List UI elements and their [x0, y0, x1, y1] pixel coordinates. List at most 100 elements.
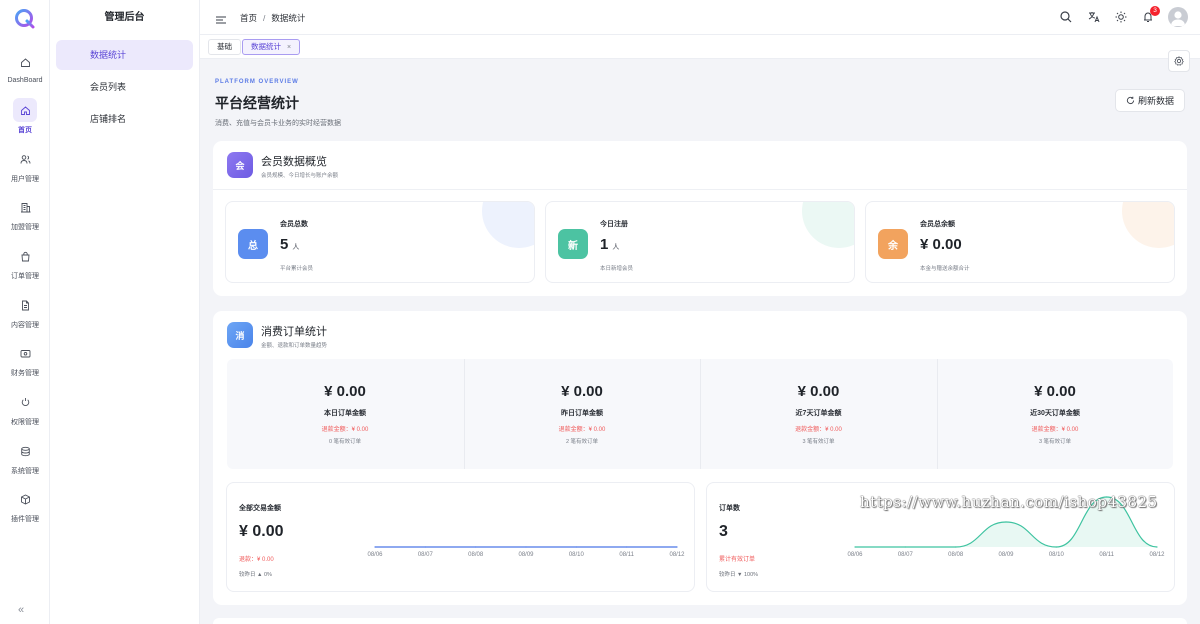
menu-item-shop-ranking[interactable]: 店铺排名	[56, 104, 193, 134]
home-icon	[13, 98, 37, 122]
period-refund: 退款金额：¥ 0.00	[795, 427, 842, 433]
total-amount-value: ¥ 0.00	[239, 523, 284, 540]
period-amount: ¥ 0.00	[1034, 383, 1076, 400]
page-settings-gear-icon[interactable]	[1168, 50, 1190, 72]
rail-item-label: 权限管理	[11, 419, 39, 426]
rail-item-label: 用户管理	[11, 176, 39, 183]
stat-value-wrap: 5人	[280, 236, 299, 253]
page-title: 平台经营统计	[215, 95, 299, 111]
building-icon	[13, 195, 37, 219]
total-amount-title: 全部交易金额	[239, 505, 281, 512]
stat-unit: 人	[292, 244, 300, 251]
member-stat-card: 余 会员总余额 ¥ 0.00 本金与赠送余额合计	[865, 201, 1175, 283]
period-refund: 退款金额：¥ 0.00	[321, 427, 369, 433]
chart-point	[676, 546, 678, 548]
member-card-badge: 会	[227, 152, 253, 178]
rail-item-4[interactable]: 订单管理	[0, 244, 50, 290]
order-period-column: ¥ 0.00 本日订单金额 退款金额：¥ 0.00 0 笔有效订单	[227, 359, 463, 469]
rail-item-label: 加盟管理	[11, 224, 39, 231]
stat-note: 平台累计会员	[280, 266, 314, 272]
period-amount: ¥ 0.00	[797, 383, 840, 400]
menu-toggle-icon[interactable]	[216, 12, 226, 24]
member-card-subtitle: 会员规模、今日增长与账户余额	[261, 173, 339, 179]
period-order-count: 2 笔有效订单	[565, 439, 599, 445]
page-kicker: PLATFORM OVERVIEW	[215, 79, 299, 85]
chart-point	[1055, 546, 1057, 548]
order-period-column: ¥ 0.00 昨日订单金额 退款金额：¥ 0.00 2 笔有效订单	[463, 359, 700, 469]
order-card-badge: 消	[227, 322, 253, 348]
tab-basic[interactable]: 基础	[208, 39, 241, 55]
refresh-button[interactable]: 刷新数据	[1115, 89, 1185, 112]
collapse-sidebar-icon[interactable]: «	[18, 604, 24, 616]
icon-rail: DashBoard 首页用户管理加盟管理订单管理内容管理财务管理权限管理系统管理插…	[0, 0, 50, 624]
theme-sun-icon[interactable]	[1114, 10, 1128, 24]
rail-item-9[interactable]: 插件管理	[0, 487, 50, 533]
rail-item-1[interactable]: 首页	[0, 98, 50, 144]
stat-value: 1	[600, 236, 609, 253]
rail-item-3[interactable]: 加盟管理	[0, 195, 50, 241]
rail-item-label: 订单管理	[11, 273, 39, 280]
rail-item-0[interactable]: DashBoard	[0, 50, 50, 96]
stat-value: ¥ 0.00	[920, 236, 962, 253]
chart-point	[475, 546, 477, 548]
stat-note: 本日新增会员	[600, 266, 634, 272]
x-tick-label: 08/07	[897, 552, 913, 558]
key-icon	[13, 390, 37, 414]
rail-item-2[interactable]: 用户管理	[0, 147, 50, 193]
breadcrumb-current: 数据统计	[271, 13, 306, 23]
x-tick-label: 08/11	[1099, 552, 1114, 558]
order-count-value: 3	[719, 523, 728, 540]
order-summary-band: ¥ 0.00 本日订单金额 退款金额：¥ 0.00 0 笔有效订单 ¥ 0.00 昨日订单…	[227, 359, 1173, 469]
rail-item-5[interactable]: 内容管理	[0, 293, 50, 339]
x-tick-label: 08/08	[468, 552, 484, 558]
chart-point	[424, 546, 426, 548]
chart-point	[1156, 546, 1158, 548]
rail-item-label: 财务管理	[11, 370, 39, 377]
menu-title: 管理后台	[104, 12, 145, 23]
total-amount-refund: 退款：¥ 0.00	[239, 557, 274, 563]
stat-badge: 余	[878, 229, 908, 259]
translate-icon[interactable]	[1087, 10, 1101, 24]
user-avatar[interactable]	[1168, 7, 1188, 27]
period-refund: 退款金额：¥ 0.00	[1031, 427, 1079, 433]
watermark: https://www.huzhan.com/ishop43825	[860, 493, 1158, 511]
app-logo-icon[interactable]	[13, 7, 37, 31]
divider	[213, 189, 1187, 190]
stat-value-wrap: 1人	[600, 236, 619, 253]
file-icon	[13, 293, 37, 317]
tabs-bar: 基础 数据统计 ×	[200, 35, 1200, 59]
x-tick-label: 08/06	[847, 552, 863, 558]
rail-item-label: 插件管理	[11, 516, 39, 523]
stat-label: 今日注册	[600, 221, 628, 228]
period-order-count: 3 笔有效订单	[1038, 439, 1072, 445]
rail-item-8[interactable]: 系统管理	[0, 439, 50, 485]
member-overview-card: 会 会员数据概览 会员规模、今日增长与账户余额 总会员总数 5 人平台累计会员新今日…	[213, 141, 1187, 296]
breadcrumb-home[interactable]: 首页	[240, 13, 257, 23]
x-tick-label: 08/07	[417, 552, 433, 558]
stat-note: 本金与赠送余额合计	[920, 266, 970, 272]
x-tick-label: 08/10	[568, 552, 584, 558]
search-icon[interactable]	[1059, 10, 1073, 24]
order-count-compare: 较昨日 ▼ 100%	[719, 572, 759, 578]
menu-item-member-list[interactable]: 会员列表	[56, 72, 193, 102]
order-period-column: ¥ 0.00 近30天订单金额 退款金额：¥ 0.00 3 笔有效订单	[936, 359, 1173, 469]
period-label: 本日订单金额	[324, 410, 366, 417]
rail-item-6[interactable]: 财务管理	[0, 341, 50, 387]
top-header: 首页 / 数据统计 3	[200, 0, 1200, 35]
rail-item-label: DashBoard	[7, 77, 43, 84]
menu-item-data-stats[interactable]: 数据统计	[56, 40, 193, 70]
page-subtitle: 消费、充值与会员卡业务的实时经营数据	[215, 120, 341, 127]
rail-item-7[interactable]: 权限管理	[0, 390, 50, 436]
stat-value: 5	[280, 236, 289, 253]
stat-unit: 人	[612, 244, 620, 251]
order-count-title: 订单数	[719, 505, 740, 512]
close-tab-icon[interactable]: ×	[287, 44, 291, 51]
stat-badge: 新	[558, 229, 588, 259]
member-stat-card: 新 今日注册 1 人本日新增会员	[545, 201, 855, 283]
chart-point	[374, 546, 376, 548]
period-amount: ¥ 0.00	[561, 383, 603, 400]
chart-point	[626, 546, 628, 548]
tab-data-stats[interactable]: 数据统计 ×	[242, 39, 301, 55]
stat-badge: 总	[238, 229, 268, 259]
chart-point	[575, 546, 577, 548]
